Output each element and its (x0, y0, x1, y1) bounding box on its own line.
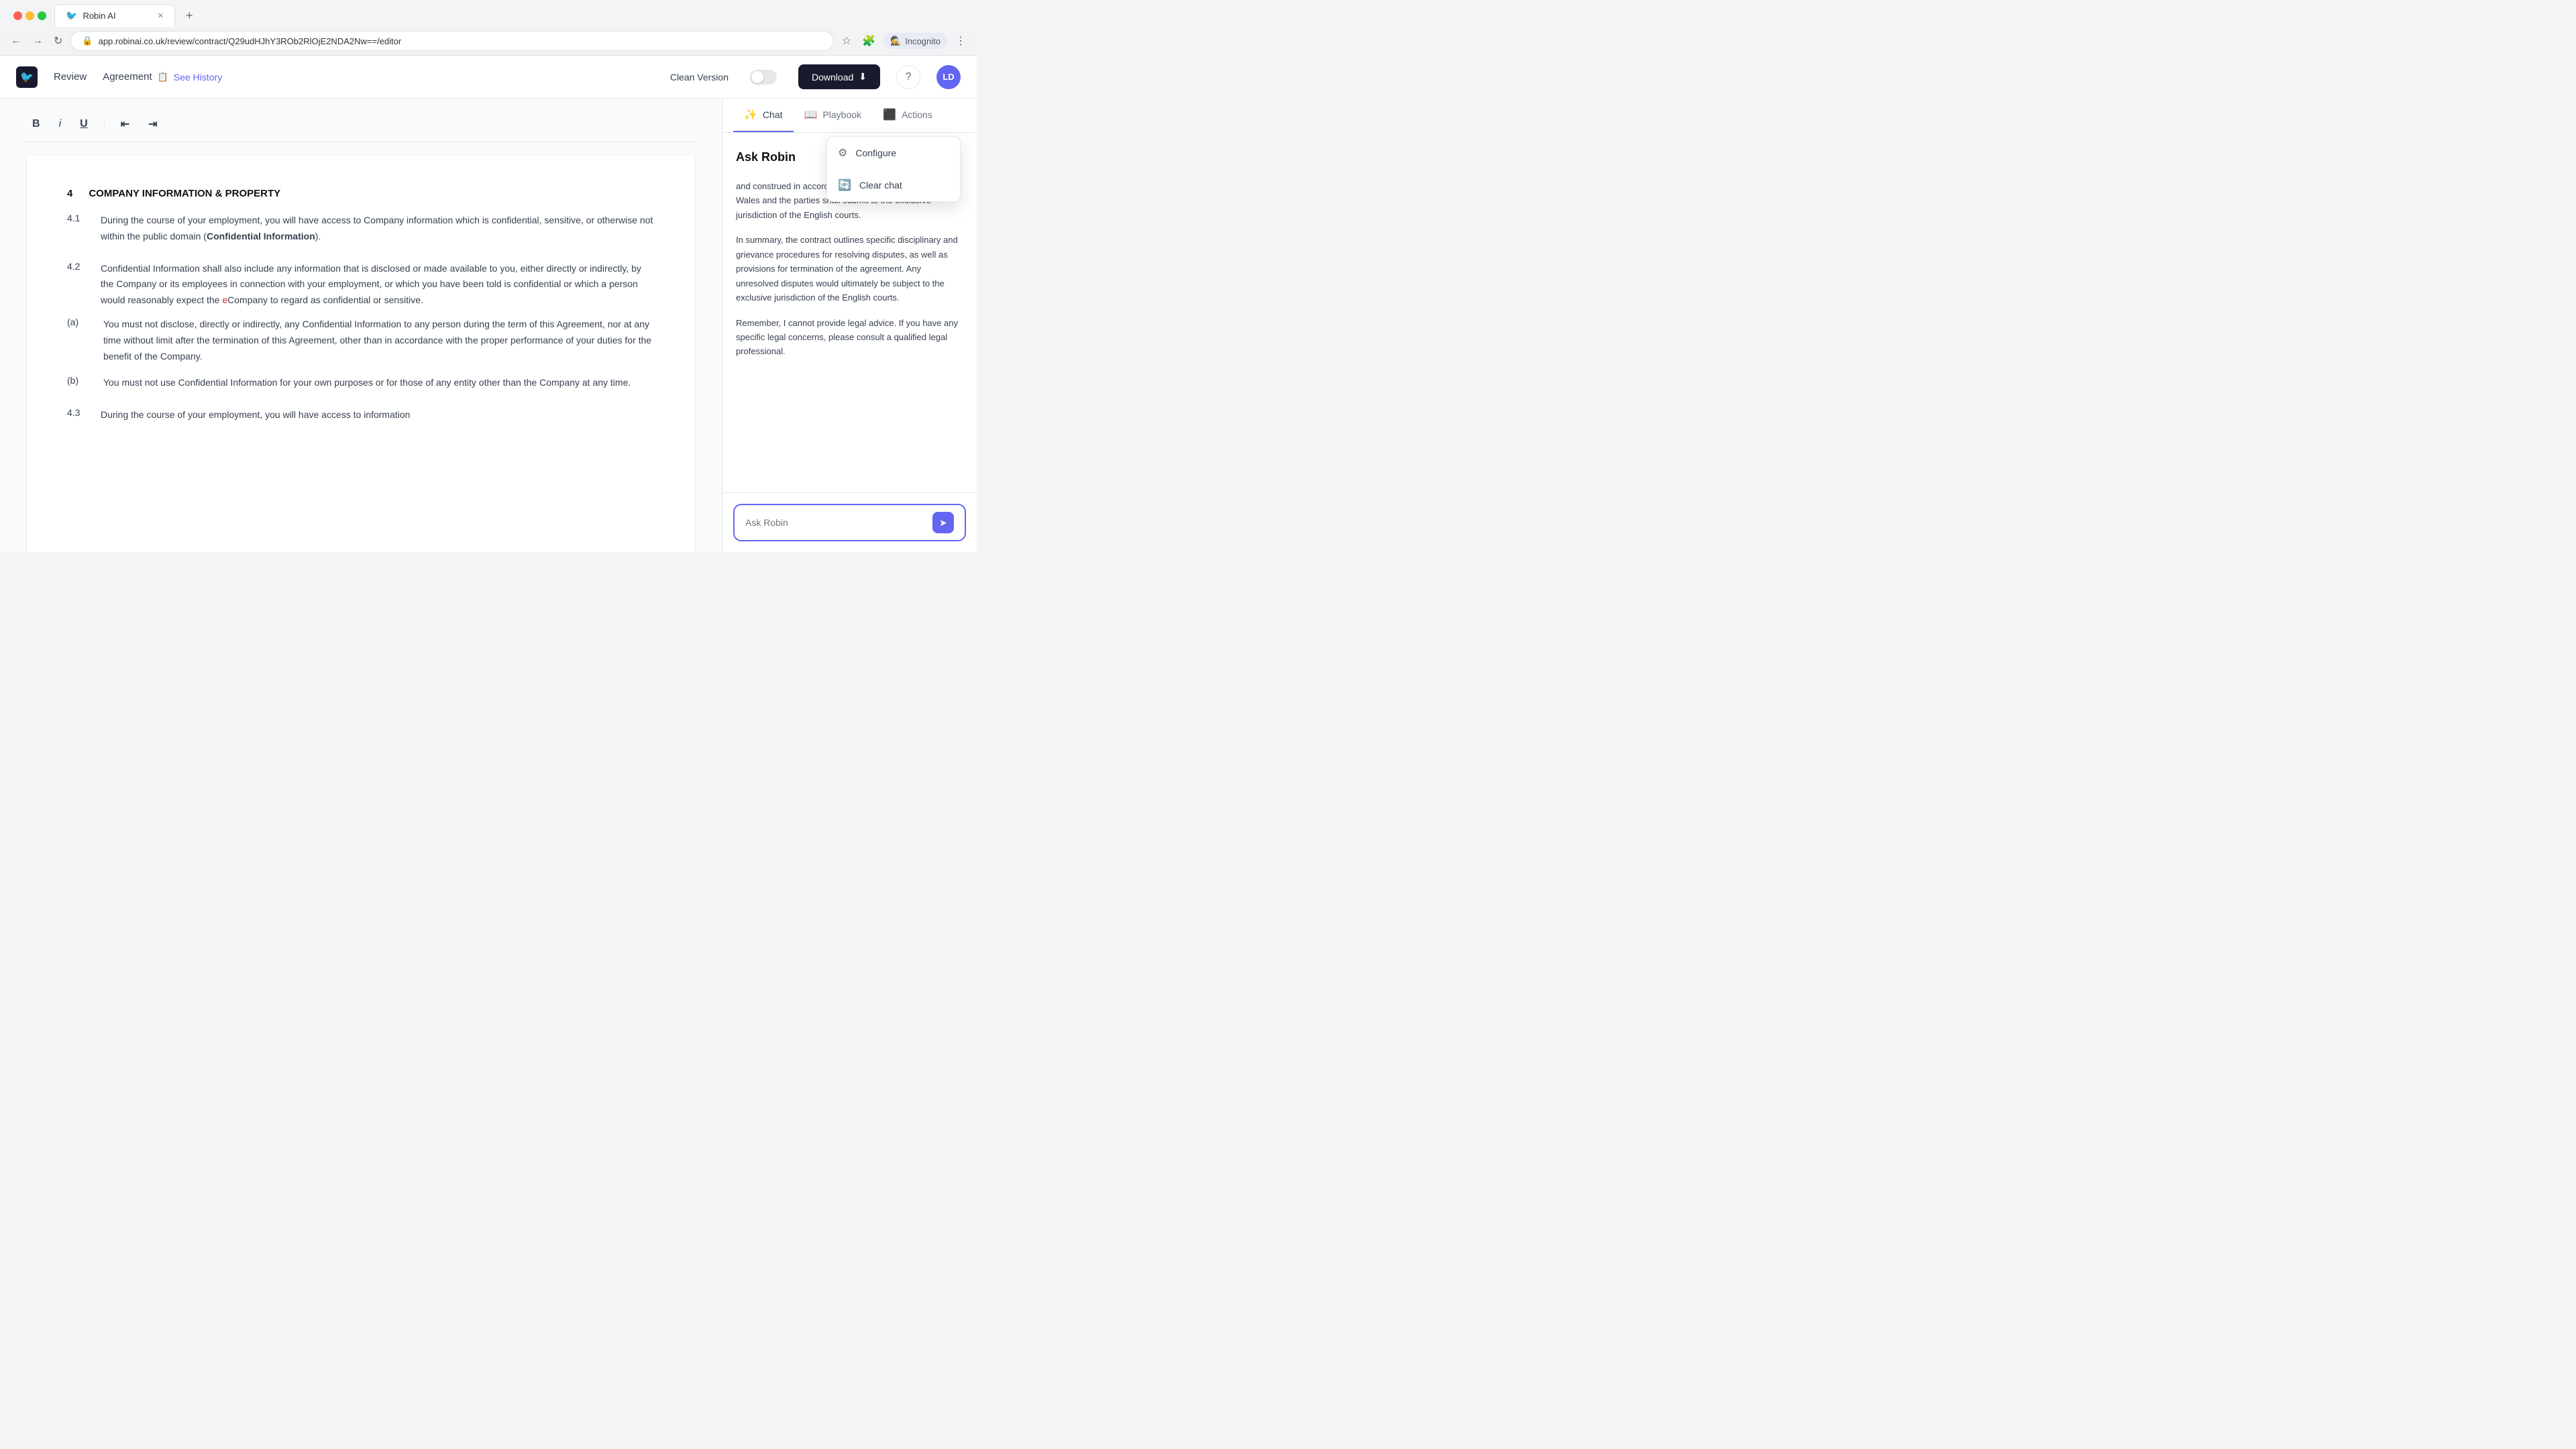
tab-actions[interactable]: ⬛ Actions (872, 99, 943, 132)
back-btn[interactable]: ← (8, 32, 24, 50)
playbook-tab-icon: 📖 (804, 108, 818, 121)
sub-item-a-label: (a) (67, 317, 87, 364)
section-title-text: COMPANY INFORMATION & PROPERTY (89, 188, 280, 199)
toggle-knob (751, 71, 763, 83)
document-content: 4 COMPANY INFORMATION & PROPERTY 4.1 Dur… (27, 156, 695, 552)
help-icon: ? (906, 71, 912, 83)
configure-icon: ⚙ (838, 146, 847, 160)
actions-tab-icon: ⬛ (883, 108, 896, 121)
doc-icon: 📋 (158, 72, 168, 83)
chat-message-3: Remember, I cannot provide legal advice.… (736, 316, 963, 359)
minimize-window-btn[interactable] (25, 11, 34, 20)
toolbar-separator (104, 117, 105, 131)
tab-playbook[interactable]: 📖 Playbook (794, 99, 873, 132)
formatting-toolbar: B i U ⇤ ⇥ (27, 115, 695, 142)
subsection-4-2-text: Confidential Information shall also incl… (101, 261, 655, 309)
underline-btn[interactable]: U (74, 115, 93, 133)
right-panel: ✨ Chat 📖 Playbook ⬛ Actions Ask Robin ⋮ … (722, 99, 977, 552)
extensions-btn[interactable]: 🧩 (859, 32, 878, 50)
chat-title: Ask Robin (736, 150, 796, 164)
section-num: 4 (67, 188, 72, 199)
sub-items-4-2: (a) You must not disclose, directly or i… (67, 317, 655, 391)
subsection-4-2-num: 4.2 (67, 261, 87, 309)
main-layout: B i U ⇤ ⇥ 4 COMPANY INFORMATION & PROPER… (0, 99, 977, 552)
tab-chat[interactable]: ✨ Chat (733, 99, 794, 132)
breadcrumb-doc-title[interactable]: Agreement (103, 71, 152, 83)
subsection-4-1-text: During the course of your employment, yo… (101, 213, 655, 245)
chat-input[interactable] (745, 517, 927, 528)
app-header: 🐦 Review Agreement 📋 See History Clean V… (0, 56, 977, 99)
indent-decrease-btn[interactable]: ⇤ (115, 115, 135, 133)
chat-send-btn[interactable]: ➤ (932, 512, 954, 533)
clear-chat-label: Clear chat (859, 180, 902, 191)
sub-item-b: (b) You must not use Confidential Inform… (67, 375, 655, 391)
document-area: B i U ⇤ ⇥ 4 COMPANY INFORMATION & PROPER… (0, 99, 722, 552)
chat-tab-icon: ✨ (744, 108, 757, 121)
chat-input-area: ➤ (722, 492, 977, 552)
subsection-4-3-text: During the course of your employment, yo… (101, 407, 410, 423)
bookmark-btn[interactable]: ☆ (839, 32, 854, 50)
subsection-4-3-num: 4.3 (67, 407, 87, 423)
chat-tab-label: Chat (763, 109, 783, 120)
browser-chrome: 🐦 Robin AI ✕ + ← → ↻ 🔒 app.robinai.co.uk… (0, 0, 977, 56)
tab-favicon: 🐦 (66, 10, 77, 21)
download-label: Download (812, 72, 853, 83)
chat-input-wrapper: ➤ (733, 504, 966, 541)
dropdown-menu: ⚙ Configure 🔄 Clear chat (826, 136, 961, 202)
address-bar: ← → ↻ 🔒 app.robinai.co.uk/review/contrac… (0, 27, 977, 56)
incognito-label: Incognito (905, 36, 941, 46)
subsection-4-2-header: 4.2 Confidential Information shall also … (67, 261, 655, 309)
section-4-title: 4 COMPANY INFORMATION & PROPERTY (67, 188, 655, 199)
configure-label: Configure (855, 148, 896, 158)
avatar[interactable]: LD (936, 65, 961, 89)
tab-bar: 🐦 Robin AI ✕ + (0, 0, 977, 27)
configure-menu-item[interactable]: ⚙ Configure (827, 137, 960, 169)
send-icon: ➤ (939, 517, 947, 529)
sub-item-b-text: You must not use Confidential Informatio… (103, 375, 631, 391)
panel-tabs: ✨ Chat 📖 Playbook ⬛ Actions (722, 99, 977, 133)
browser-tab-active[interactable]: 🐦 Robin AI ✕ (54, 4, 175, 27)
tab-title: Robin AI (83, 11, 115, 21)
breadcrumb: Agreement 📋 See History (103, 71, 222, 83)
forward-btn[interactable]: → (30, 32, 46, 50)
logo: 🐦 (16, 66, 38, 88)
incognito-badge: 🕵 Incognito (883, 33, 947, 49)
bold-btn[interactable]: B (27, 115, 46, 133)
subsection-4-1-num: 4.1 (67, 213, 87, 245)
clear-chat-menu-item[interactable]: 🔄 Clear chat (827, 169, 960, 201)
subsection-4-3-header: 4.3 During the course of your employment… (67, 407, 655, 423)
sub-item-a: (a) You must not disclose, directly or i… (67, 317, 655, 364)
incognito-icon: 🕵 (890, 36, 901, 46)
nav-review[interactable]: Review (54, 71, 87, 83)
subsection-4-1: 4.1 During the course of your employment… (67, 213, 655, 245)
download-button[interactable]: Download ⬇ (798, 64, 880, 89)
close-window-btn[interactable] (13, 11, 22, 20)
actions-tab-label: Actions (902, 109, 932, 120)
playbook-tab-label: Playbook (822, 109, 861, 120)
chat-message-2: In summary, the contract outlines specif… (736, 233, 963, 305)
sub-item-b-label: (b) (67, 375, 87, 391)
help-button[interactable]: ? (896, 65, 920, 89)
subsection-4-3: 4.3 During the course of your employment… (67, 407, 655, 423)
tab-close-btn[interactable]: ✕ (158, 11, 164, 20)
clear-chat-icon: 🔄 (838, 178, 851, 192)
clean-version-label: Clean Version (670, 72, 729, 83)
browser-action-group: ☆ 🧩 🕵 Incognito ⋮ (839, 32, 969, 50)
maximize-window-btn[interactable] (38, 11, 46, 20)
indent-increase-btn[interactable]: ⇥ (143, 115, 162, 133)
refresh-btn[interactable]: ↻ (51, 32, 65, 50)
italic-btn[interactable]: i (54, 115, 67, 133)
sub-item-a-text: You must not disclose, directly or indir… (103, 317, 655, 364)
new-tab-btn[interactable]: + (178, 5, 201, 27)
subsection-4-2: 4.2 Confidential Information shall also … (67, 261, 655, 392)
see-history-link[interactable]: See History (174, 72, 222, 83)
subsection-4-1-header: 4.1 During the course of your employment… (67, 213, 655, 245)
logo-icon: 🐦 (16, 66, 38, 88)
url-input[interactable]: 🔒 app.robinai.co.uk/review/contract/Q29u… (70, 31, 833, 51)
download-icon: ⬇ (859, 71, 867, 83)
browser-menu-btn[interactable]: ⋮ (953, 32, 969, 50)
url-text: app.robinai.co.uk/review/contract/Q29udH… (99, 36, 822, 46)
clean-version-toggle[interactable] (750, 70, 777, 85)
